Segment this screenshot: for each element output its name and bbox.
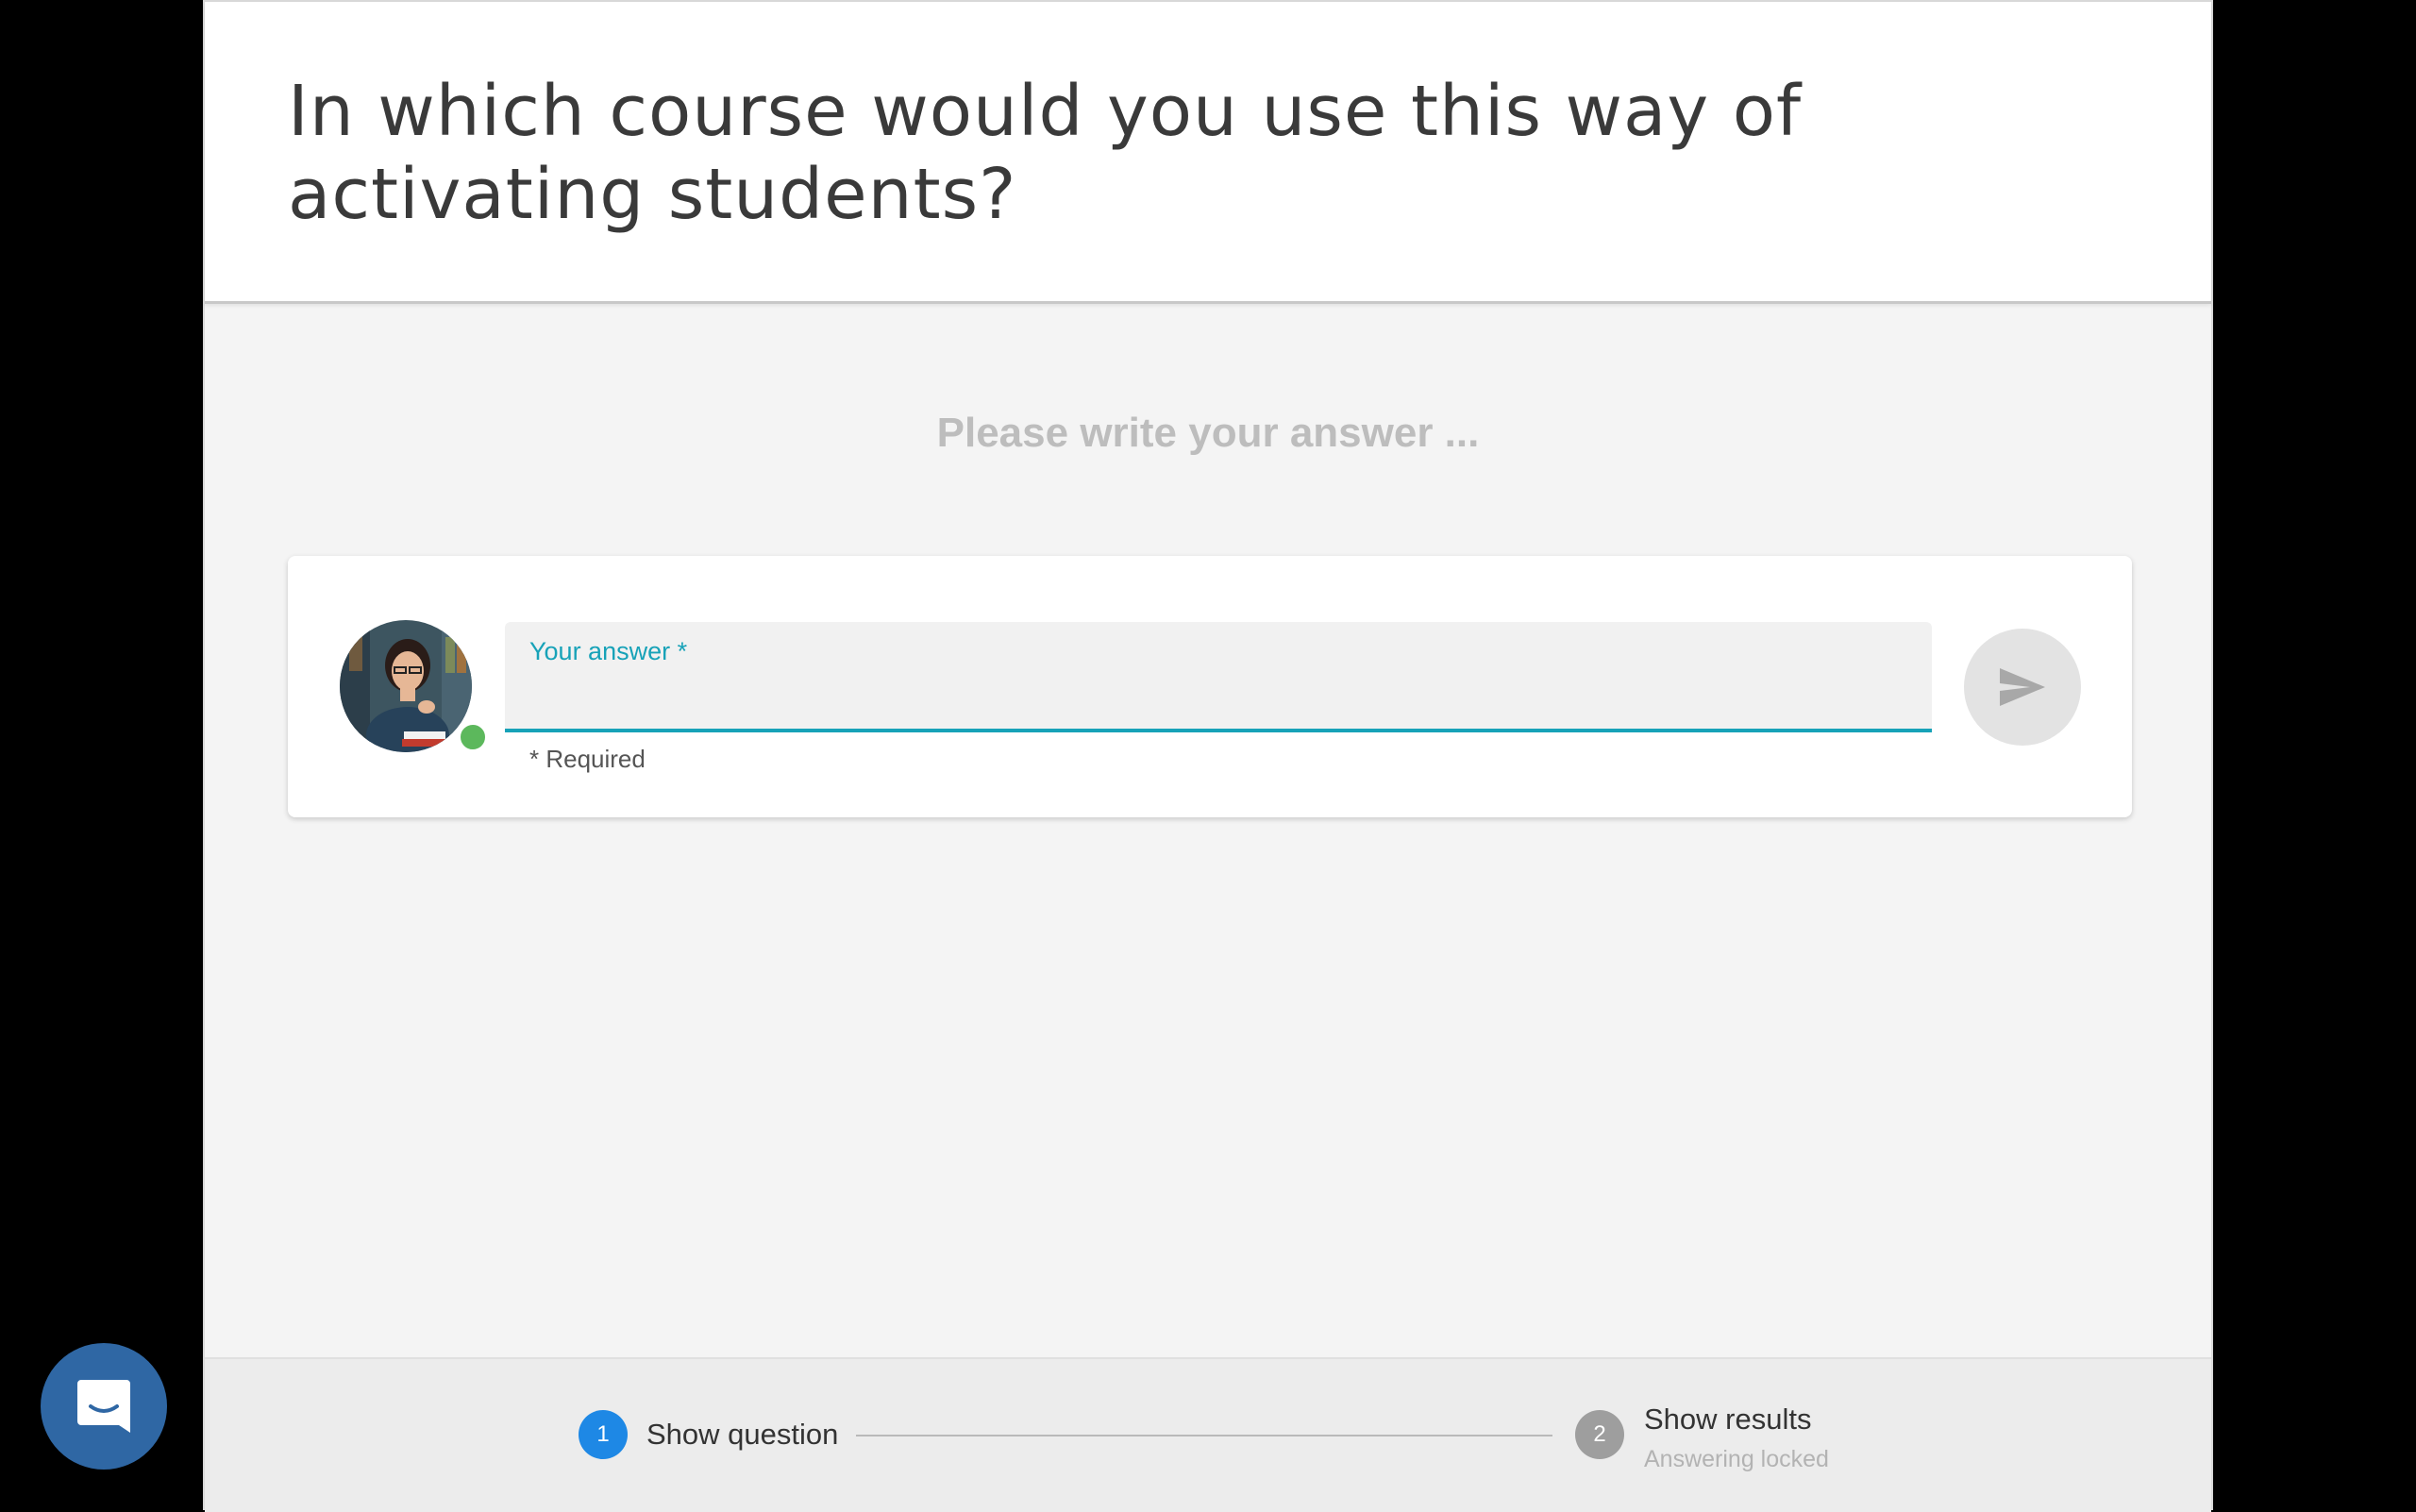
send-button[interactable] xyxy=(1964,629,2081,746)
answer-input[interactable] xyxy=(529,679,1907,720)
required-hint: * Required xyxy=(529,745,646,773)
user-portrait-image xyxy=(340,620,472,752)
send-icon xyxy=(2000,668,2045,706)
stepper: 1 Show question 2 Show results Answering… xyxy=(205,1357,2211,1512)
question-header: In which course would you use this way o… xyxy=(205,2,2211,304)
answer-field-label: Your answer * xyxy=(529,637,688,665)
step-2-label[interactable]: Show results xyxy=(1644,1403,1811,1436)
step-2-sublabel: Answering locked xyxy=(1644,1446,1829,1472)
online-status-dot xyxy=(458,722,488,752)
answer-card: Your answer * * Required xyxy=(288,556,2132,817)
answer-prompt: Please write your answer ... xyxy=(936,410,1480,456)
step-2-indicator[interactable]: 2 xyxy=(1575,1410,1624,1459)
chat-launcher-button[interactable] xyxy=(41,1343,167,1470)
chat-icon xyxy=(77,1380,130,1433)
step-connector xyxy=(856,1435,1552,1436)
step-1-indicator[interactable]: 1 xyxy=(579,1410,628,1459)
answer-field[interactable]: Your answer * xyxy=(505,622,1932,732)
presentation-stage: In which course would you use this way o… xyxy=(203,0,2213,1512)
step-1-label[interactable]: Show question xyxy=(646,1418,838,1452)
avatar xyxy=(340,620,472,752)
question-title: In which course would you use this way o… xyxy=(288,71,1803,235)
